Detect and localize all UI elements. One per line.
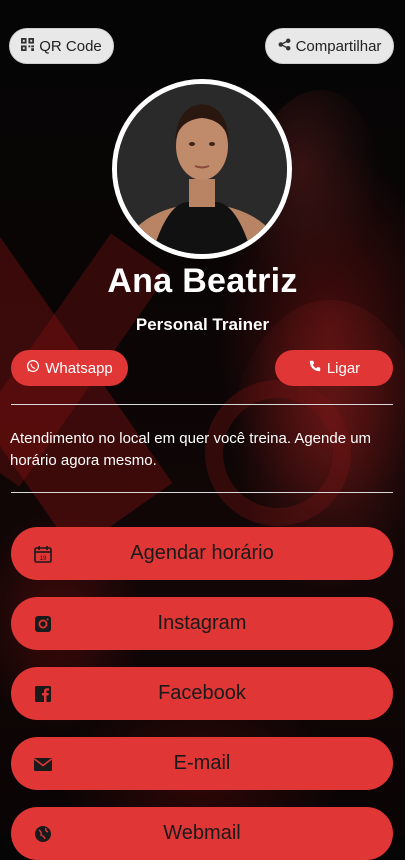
schedule-button[interactable]: 19 Agendar horário <box>11 527 393 580</box>
qr-code-icon <box>21 37 35 55</box>
profile-avatar <box>112 79 292 259</box>
qr-code-button[interactable]: QR Code <box>9 28 114 64</box>
webmail-button[interactable]: Webmail <box>11 807 393 860</box>
globe-icon <box>33 824 53 844</box>
phone-icon <box>308 359 322 377</box>
facebook-label: Facebook <box>158 682 246 704</box>
whatsapp-icon <box>26 359 40 377</box>
profile-name: Ana Beatriz <box>107 262 298 300</box>
whatsapp-label: Whatsapp <box>45 359 113 377</box>
email-button[interactable]: E-mail <box>11 737 393 790</box>
share-icon <box>278 38 291 55</box>
profile-role: Personal Trainer <box>135 315 270 334</box>
facebook-button[interactable]: Facebook <box>11 667 393 720</box>
instagram-icon <box>33 614 53 634</box>
whatsapp-button[interactable]: Whatsapp <box>11 350 128 386</box>
divider-bottom <box>11 492 393 493</box>
envelope-icon <box>33 754 53 774</box>
webmail-label: Webmail <box>163 822 241 844</box>
divider-top <box>11 404 393 405</box>
instagram-label: Instagram <box>157 612 247 634</box>
calendar-icon: 19 <box>33 544 53 564</box>
facebook-icon <box>33 684 53 704</box>
svg-text:19: 19 <box>40 556 47 562</box>
schedule-label: Agendar horário <box>130 542 274 564</box>
call-label: Ligar <box>326 359 361 377</box>
profile-description: Atendimento no local em quer você treina… <box>10 430 372 469</box>
qr-code-label: QR Code <box>39 37 102 55</box>
share-button[interactable]: Compartilhar <box>265 28 394 64</box>
call-button[interactable]: Ligar <box>275 350 393 386</box>
email-label: E-mail <box>173 752 231 774</box>
instagram-button[interactable]: Instagram <box>11 597 393 650</box>
share-label: Compartilhar <box>295 37 382 55</box>
